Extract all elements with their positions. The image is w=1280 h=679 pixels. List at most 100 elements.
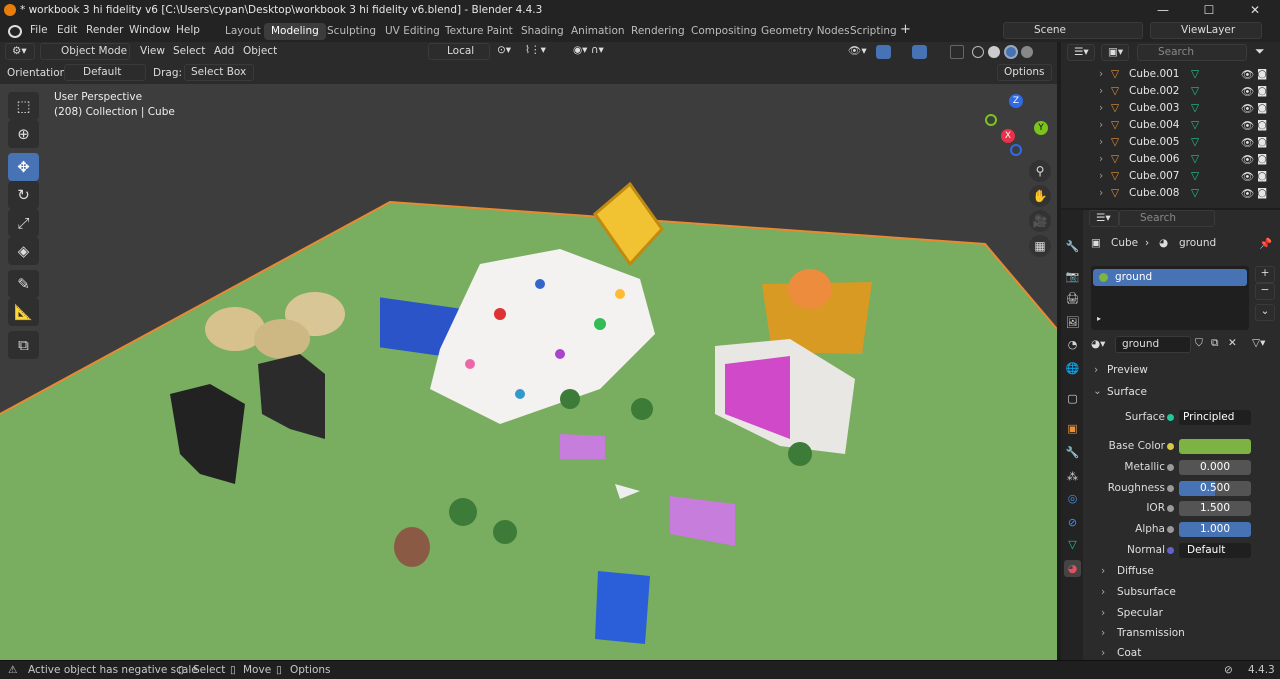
particles-tab-icon[interactable]: ⁂	[1064, 468, 1081, 485]
zoom-icon[interactable]: ⚲	[1029, 160, 1051, 182]
data-tab-icon[interactable]: ▽	[1064, 536, 1081, 553]
menu-object[interactable]: Object	[243, 45, 277, 57]
camera-icon[interactable]: ◙	[1257, 153, 1267, 165]
measure-tool-button[interactable]: 📐	[8, 298, 39, 326]
gizmo-toggle-icon[interactable]	[876, 45, 891, 59]
slot-specials-button[interactable]: ⌄	[1255, 304, 1275, 321]
menu-edit[interactable]: Edit	[57, 24, 77, 36]
outliner-row[interactable]: › ▽ Cube.001 ▽ 👁 ◙	[1061, 68, 1280, 85]
options-dropdown[interactable]: Options	[997, 64, 1052, 81]
outliner-row[interactable]: › ▽ Cube.002 ▽ 👁 ◙	[1061, 85, 1280, 102]
scene-tab-icon[interactable]: ◔	[1064, 336, 1081, 353]
eye-icon[interactable]: 👁	[1241, 102, 1254, 115]
tab-uv-editing[interactable]: UV Editing	[378, 23, 447, 40]
ior-field[interactable]: 1.500	[1179, 501, 1251, 516]
menu-view[interactable]: View	[140, 45, 165, 57]
menu-help[interactable]: Help	[176, 24, 200, 36]
proportional-edit-icon[interactable]: ◉▾ ∩▾	[573, 44, 604, 56]
wireframe-shading-icon[interactable]	[972, 46, 984, 58]
move-tool-button[interactable]: ✥	[8, 153, 39, 181]
eye-icon[interactable]: 👁	[1241, 68, 1254, 81]
output-tab-icon[interactable]: 🖨	[1064, 290, 1081, 307]
surface-shader-field[interactable]: Principled BSDF	[1179, 410, 1251, 425]
rotate-tool-button[interactable]: ↻	[8, 181, 39, 209]
subpanel-coat[interactable]: › Coat	[1089, 646, 1277, 660]
outliner-row[interactable]: › ▽ Cube.003 ▽ 👁 ◙	[1061, 102, 1280, 119]
navigation-gizmo[interactable]: Z Y X	[985, 94, 1050, 156]
roughness-slider[interactable]: 0.500	[1179, 481, 1251, 496]
pivot-point-icon[interactable]: ⊙▾	[497, 44, 511, 56]
object-mode-dropdown[interactable]: Object Mode	[40, 43, 130, 60]
outliner-search-input[interactable]: Search	[1137, 44, 1247, 61]
orientation-dropdown[interactable]: Default	[64, 64, 146, 81]
blender-menu-icon[interactable]	[8, 25, 22, 38]
tab-rendering[interactable]: Rendering	[624, 23, 692, 40]
material-browse-icon[interactable]: ◕▾	[1091, 338, 1105, 350]
subpanel-specular[interactable]: › Specular	[1089, 605, 1277, 623]
outliner-row[interactable]: › ▽ Cube.007 ▽ 👁 ◙	[1061, 170, 1280, 187]
xray-icon[interactable]	[950, 45, 964, 59]
panel-preview-header[interactable]: › Preview	[1089, 362, 1277, 380]
cursor-tool-button[interactable]: ⊕	[8, 120, 39, 148]
tab-compositing[interactable]: Compositing	[684, 23, 764, 40]
tab-geometry-nodes[interactable]: Geometry Nodes	[754, 23, 857, 40]
physics-tab-icon[interactable]: ◎	[1064, 490, 1081, 507]
pan-hand-icon[interactable]: ✋	[1029, 185, 1051, 207]
material-tab-icon[interactable]: ◕	[1064, 560, 1081, 577]
visibility-icon[interactable]: 👁▾	[848, 44, 867, 57]
camera-icon[interactable]: ◙	[1257, 68, 1267, 80]
view-layer-selector[interactable]: ViewLayer	[1150, 22, 1262, 39]
gizmo-neg-z-icon[interactable]	[1010, 144, 1022, 156]
outliner-row[interactable]: › ▽ Cube.004 ▽ 👁 ◙	[1061, 119, 1280, 136]
world-tab-icon[interactable]: 🌐	[1064, 360, 1081, 377]
subpanel-subsurface[interactable]: › Subsurface	[1089, 584, 1277, 602]
camera-icon[interactable]: ◙	[1257, 85, 1267, 97]
maximize-button[interactable]: ☐	[1186, 0, 1232, 21]
transform-orientation-dropdown[interactable]: Local	[428, 43, 490, 60]
fake-user-shield-icon[interactable]: ⛉	[1195, 337, 1203, 350]
eye-icon[interactable]: 👁	[1241, 153, 1254, 166]
3d-viewport[interactable]: ⬚ ⊕ ✥ ↻ ⤢ ◈ ✎ 📐 ⧉ User Perspective (208)…	[0, 84, 1057, 660]
duplicate-material-icon[interactable]: ⧉	[1211, 337, 1219, 350]
outliner-filter-button[interactable]: ▣▾	[1101, 44, 1129, 61]
scale-tool-button[interactable]: ⤢	[8, 209, 39, 237]
drag-dropdown[interactable]: Select Box	[184, 64, 254, 81]
eye-icon[interactable]: 👁	[1241, 136, 1254, 149]
slot-expand-icon[interactable]: ▸	[1097, 314, 1101, 323]
perspective-grid-icon[interactable]: ▦	[1029, 235, 1051, 257]
view-layer-tab-icon[interactable]: 🖼	[1064, 314, 1081, 331]
tab-shading[interactable]: Shading	[514, 23, 571, 40]
unlink-material-icon[interactable]: ✕	[1228, 337, 1237, 349]
gizmo-x-icon[interactable]: X	[1001, 129, 1015, 143]
tab-scripting[interactable]: Scripting	[843, 23, 904, 40]
subpanel-diffuse[interactable]: › Diffuse	[1089, 563, 1277, 581]
minimize-button[interactable]: —	[1140, 0, 1186, 21]
transform-tool-button[interactable]: ◈	[8, 237, 39, 265]
alpha-field[interactable]: 1.000	[1179, 522, 1251, 537]
add-slot-button[interactable]: +	[1255, 266, 1275, 283]
menu-add[interactable]: Add	[214, 45, 234, 57]
outliner-row[interactable]: › ▽ Cube.006 ▽ 👁 ◙	[1061, 153, 1280, 170]
scene-selector[interactable]: Scene	[1003, 22, 1143, 39]
outliner-row[interactable]: › ▽ Cube.008 ▽ 👁 ◙	[1061, 187, 1280, 204]
snap-icon[interactable]: ⌇⋮▾	[525, 44, 546, 56]
tool-tab-icon[interactable]: 🔧	[1064, 238, 1081, 255]
gizmo-neg-x-icon[interactable]	[985, 114, 997, 126]
menu-select[interactable]: Select	[173, 45, 205, 57]
overlay-toggle-icon[interactable]	[912, 45, 927, 59]
close-button[interactable]: ✕	[1232, 0, 1278, 21]
annotate-tool-button[interactable]: ✎	[8, 270, 39, 298]
tab-animation[interactable]: Animation	[564, 23, 632, 40]
properties-editor-button[interactable]: ☰▾	[1089, 210, 1119, 227]
camera-icon[interactable]: ◙	[1257, 119, 1267, 131]
tab-texture-paint[interactable]: Texture Paint	[438, 23, 520, 40]
eye-icon[interactable]: 👁	[1241, 85, 1254, 98]
outliner-row[interactable]: › ▽ Cube.005 ▽ 👁 ◙	[1061, 136, 1280, 153]
outliner-funnel-icon[interactable]: ⏷	[1255, 44, 1265, 59]
normal-field[interactable]: Default	[1179, 543, 1251, 558]
object-tab-icon[interactable]: ▣	[1064, 420, 1081, 437]
camera-icon[interactable]: ◙	[1257, 136, 1267, 148]
base-color-swatch[interactable]	[1179, 439, 1251, 454]
eye-icon[interactable]: 👁	[1241, 187, 1254, 200]
select-box-tool-button[interactable]: ⬚	[8, 92, 39, 120]
